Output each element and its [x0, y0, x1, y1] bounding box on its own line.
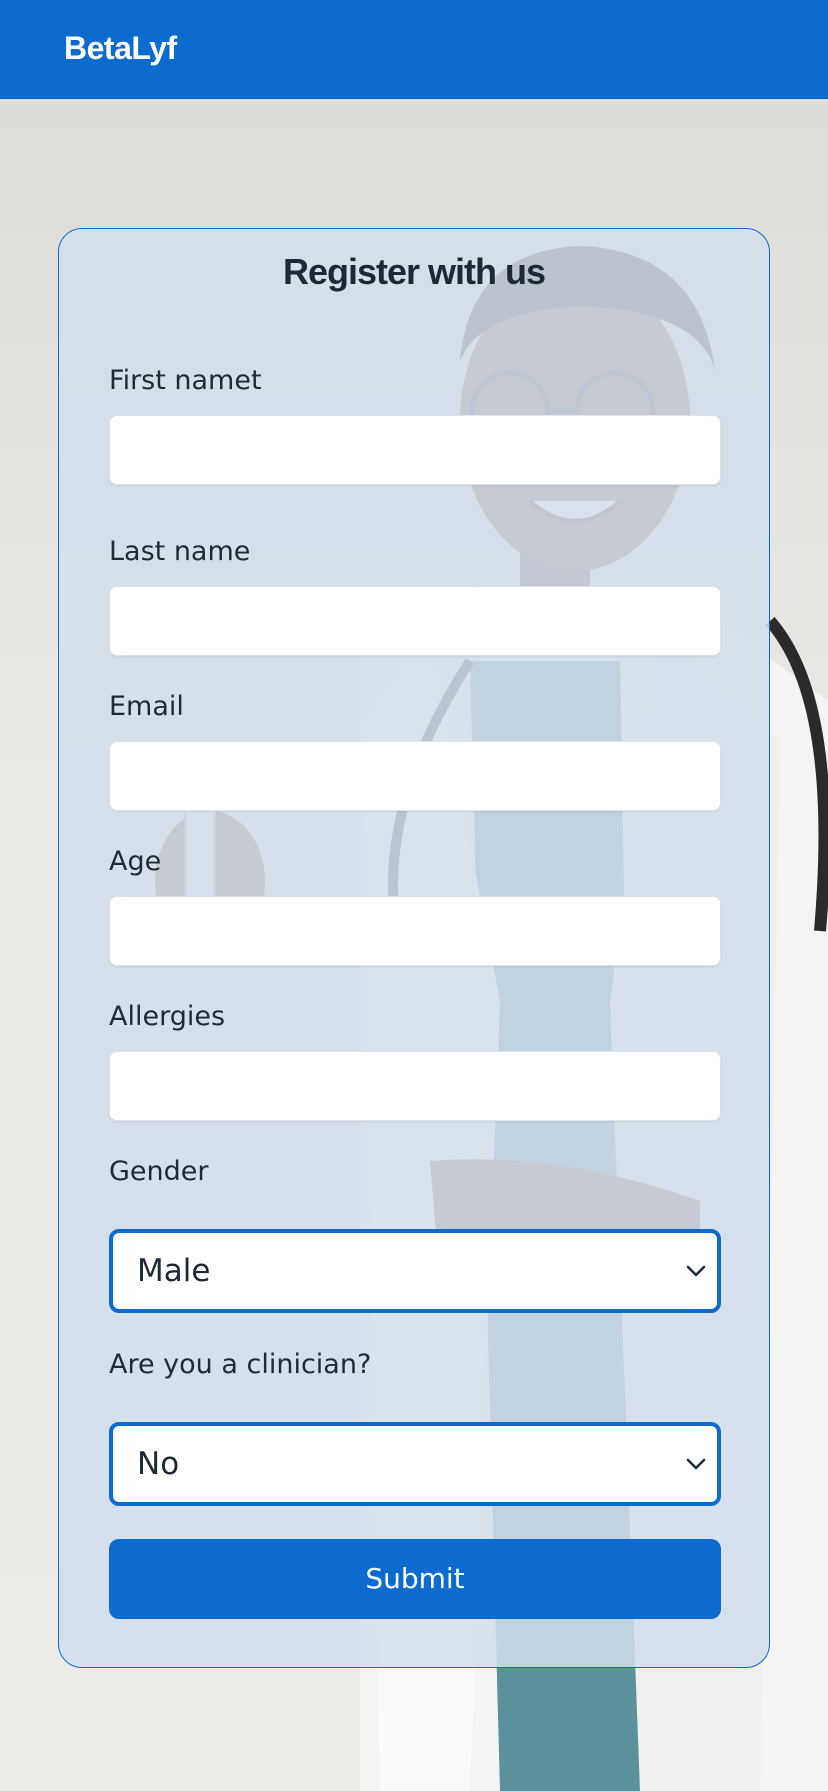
email-input[interactable] [109, 741, 721, 811]
first-name-input[interactable] [109, 415, 721, 485]
last-name-label: Last name [109, 536, 251, 567]
last-name-input[interactable] [109, 586, 721, 656]
top-navbar: BetaLyf [0, 0, 828, 100]
brand-logo[interactable]: BetaLyf [64, 30, 177, 67]
submit-button[interactable]: Submit [109, 1539, 721, 1619]
form-title: Register with us [282, 251, 546, 292]
allergies-label: Allergies [109, 1001, 226, 1032]
gender-label: Gender [109, 1156, 209, 1187]
registration-form-card: Register with us First namet Last name E… [58, 228, 770, 1668]
chevron-down-icon [686, 1265, 706, 1277]
gender-selected-value: Male [137, 1253, 211, 1289]
email-label: Email [109, 691, 184, 722]
clinician-label: Are you a clinician? [109, 1349, 372, 1380]
chevron-down-icon [686, 1458, 706, 1470]
allergies-input[interactable] [109, 1051, 721, 1121]
age-input[interactable] [109, 896, 721, 966]
gender-select[interactable]: Male [109, 1229, 721, 1313]
clinician-selected-value: No [137, 1446, 180, 1482]
age-label: Age [109, 846, 162, 877]
first-name-label: First namet [109, 365, 262, 396]
clinician-select[interactable]: No [109, 1422, 721, 1506]
